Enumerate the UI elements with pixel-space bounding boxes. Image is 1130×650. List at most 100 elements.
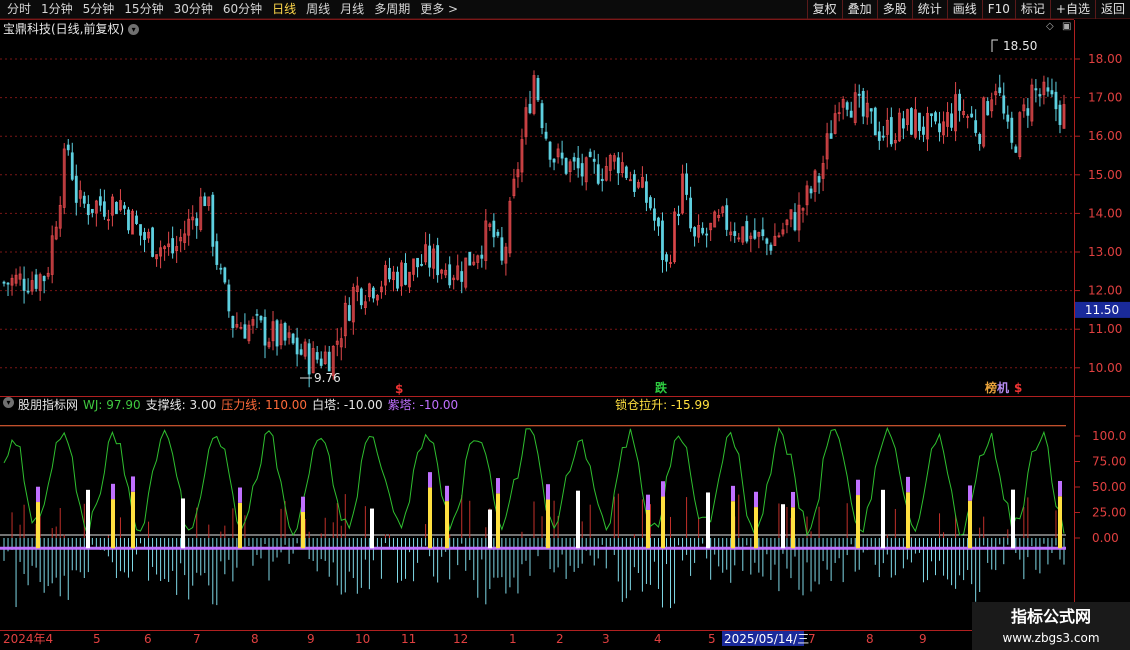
- candle: [1046, 77, 1050, 97]
- candle: [219, 263, 223, 275]
- candle: [636, 179, 640, 190]
- candle: [347, 297, 351, 322]
- candle: [938, 111, 941, 142]
- candle: [1010, 111, 1014, 150]
- candle-body: [889, 117, 893, 145]
- candle-body: [319, 358, 323, 366]
- candle-body: [793, 212, 797, 231]
- lock-spike: [86, 489, 90, 549]
- candle-body: [171, 238, 175, 254]
- candle-body: [404, 262, 407, 285]
- candle-body: [86, 204, 90, 216]
- candle: [1006, 105, 1010, 129]
- candle: [215, 233, 219, 270]
- lock-spike: [968, 500, 972, 549]
- candle: [343, 295, 347, 349]
- candle: [54, 221, 58, 241]
- candle: [468, 251, 472, 266]
- purple-spike: [968, 485, 972, 501]
- candle: [508, 197, 512, 258]
- candle: [1058, 100, 1062, 134]
- candle: [127, 206, 130, 234]
- chevron-down-icon[interactable]: ▾: [3, 397, 14, 408]
- lock-spike: [731, 501, 735, 549]
- candle-body: [910, 108, 913, 135]
- candle: [869, 108, 873, 124]
- price-tick-label: 17.00: [1088, 91, 1122, 105]
- candle: [560, 140, 564, 166]
- candle: [66, 138, 70, 156]
- candle: [102, 189, 106, 220]
- candle: [757, 231, 761, 249]
- candle: [833, 104, 837, 135]
- candle-body: [6, 282, 10, 285]
- candle: [472, 253, 476, 266]
- candle-body: [665, 254, 668, 262]
- candle: [592, 150, 596, 174]
- candle-body: [283, 322, 287, 341]
- candle-body: [388, 267, 391, 280]
- candle-body: [705, 233, 709, 236]
- indicator-legend-item: 锁仓拉升: -15.99: [615, 398, 710, 412]
- candle: [6, 282, 10, 296]
- candle-body: [307, 343, 311, 375]
- candle: [299, 343, 303, 356]
- candle: [119, 189, 122, 212]
- candle: [203, 192, 207, 207]
- candle: [552, 158, 556, 171]
- candle: [207, 196, 211, 211]
- candle: [1002, 82, 1006, 120]
- lock-spike: [131, 491, 135, 549]
- indicator-bars: [3, 493, 1065, 609]
- candle: [476, 254, 480, 270]
- candle: [516, 162, 520, 188]
- candle: [865, 90, 869, 125]
- purple-spike: [428, 472, 432, 488]
- candle: [355, 276, 359, 302]
- date-axis-label: 5: [93, 632, 101, 646]
- candle-body: [139, 224, 142, 236]
- candle: [632, 169, 636, 197]
- purple-spike: [754, 491, 758, 508]
- lock-spike: [445, 501, 449, 549]
- candle: [761, 217, 765, 241]
- candle: [584, 156, 588, 191]
- candle: [926, 106, 929, 152]
- candle: [444, 263, 448, 279]
- candle: [669, 254, 672, 268]
- lock-spike: [111, 499, 115, 549]
- chart-marker: 榜: [985, 380, 997, 395]
- price-tick-label: 16.00: [1088, 129, 1122, 143]
- candle: [159, 240, 162, 269]
- purple-spike: [546, 484, 550, 500]
- candle: [934, 110, 937, 125]
- candle: [62, 143, 66, 215]
- price-tick-label: 18.00: [1088, 52, 1122, 66]
- candle: [315, 345, 319, 364]
- candle-body: [861, 90, 865, 117]
- indicator-tick-label: 75.00: [1092, 455, 1126, 469]
- candle: [175, 235, 179, 263]
- candle-body: [576, 157, 580, 169]
- candle-body: [259, 315, 263, 321]
- candle: [998, 74, 1002, 97]
- candle-body: [616, 157, 620, 174]
- price-tick-label: 15.00: [1088, 168, 1122, 182]
- candle: [950, 103, 953, 132]
- candle: [107, 209, 110, 230]
- candle-body: [649, 197, 652, 209]
- candle-body: [701, 227, 705, 234]
- candle-body: [560, 152, 564, 159]
- candle: [649, 195, 652, 211]
- candle-body: [492, 220, 496, 238]
- lock-spike: [428, 487, 432, 549]
- indicator-tick-label: 100.0: [1092, 429, 1126, 443]
- candle: [408, 271, 411, 294]
- candle: [709, 222, 713, 241]
- candle: [616, 152, 620, 185]
- chart-marker: 机: [997, 380, 1009, 395]
- candle-body: [693, 227, 697, 237]
- candle-body: [869, 108, 873, 112]
- candle: [596, 153, 600, 186]
- candle: [371, 286, 375, 303]
